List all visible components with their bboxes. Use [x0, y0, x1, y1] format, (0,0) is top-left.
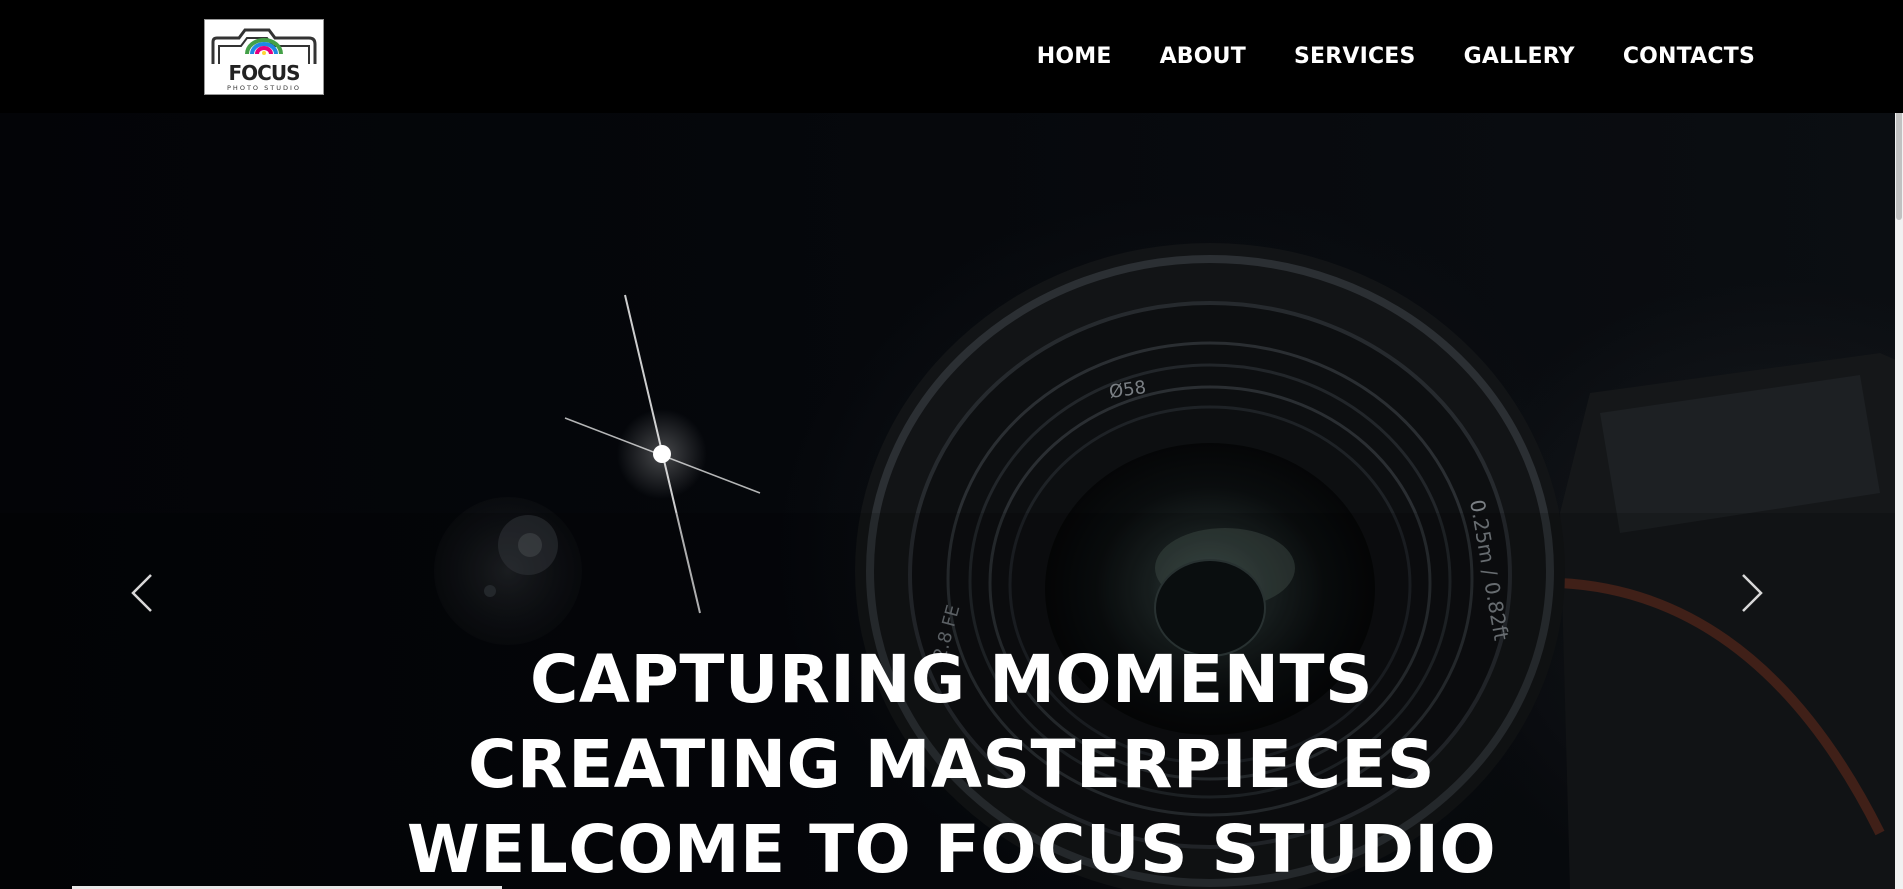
slider-next-button[interactable]	[1732, 563, 1772, 623]
hero-headline: CAPTURING MOMENTS CREATING MASTERPIECES …	[0, 637, 1903, 889]
logo-wordmark: FOCUS	[229, 61, 300, 85]
slider-prev-button[interactable]	[122, 563, 162, 623]
hero-line-3: WELCOME TO FOCUS STUDIO	[406, 811, 1497, 888]
hero-line-1: CAPTURING MOMENTS	[529, 641, 1374, 718]
hero-slider: Ø58 0.25m / 0.82ft 2.8 FE CAPTURING MOME…	[0, 113, 1903, 889]
scrollbar-down-arrow[interactable]	[1895, 879, 1903, 889]
nav-contacts[interactable]: CONTACTS	[1623, 44, 1755, 69]
logo-tagline: PHOTO STUDIO	[227, 84, 301, 92]
page-scrollbar[interactable]	[1895, 0, 1903, 889]
camera-logo-icon: FOCUS PHOTO STUDIO	[211, 28, 317, 92]
nav-about[interactable]: ABOUT	[1160, 44, 1246, 69]
top-navbar: FOCUS PHOTO STUDIO HOME ABOUT SERVICES G…	[0, 0, 1903, 113]
nav-home[interactable]: HOME	[1037, 44, 1112, 69]
chevron-left-icon	[131, 574, 152, 612]
chevron-right-icon	[1742, 574, 1763, 612]
hero-line-2: CREATING MASTERPIECES	[467, 726, 1436, 803]
nav-gallery[interactable]: GALLERY	[1464, 44, 1575, 69]
main-nav: HOME ABOUT SERVICES GALLERY CONTACTS	[1037, 0, 1755, 113]
logo[interactable]: FOCUS PHOTO STUDIO	[204, 19, 324, 95]
nav-services[interactable]: SERVICES	[1294, 44, 1416, 69]
